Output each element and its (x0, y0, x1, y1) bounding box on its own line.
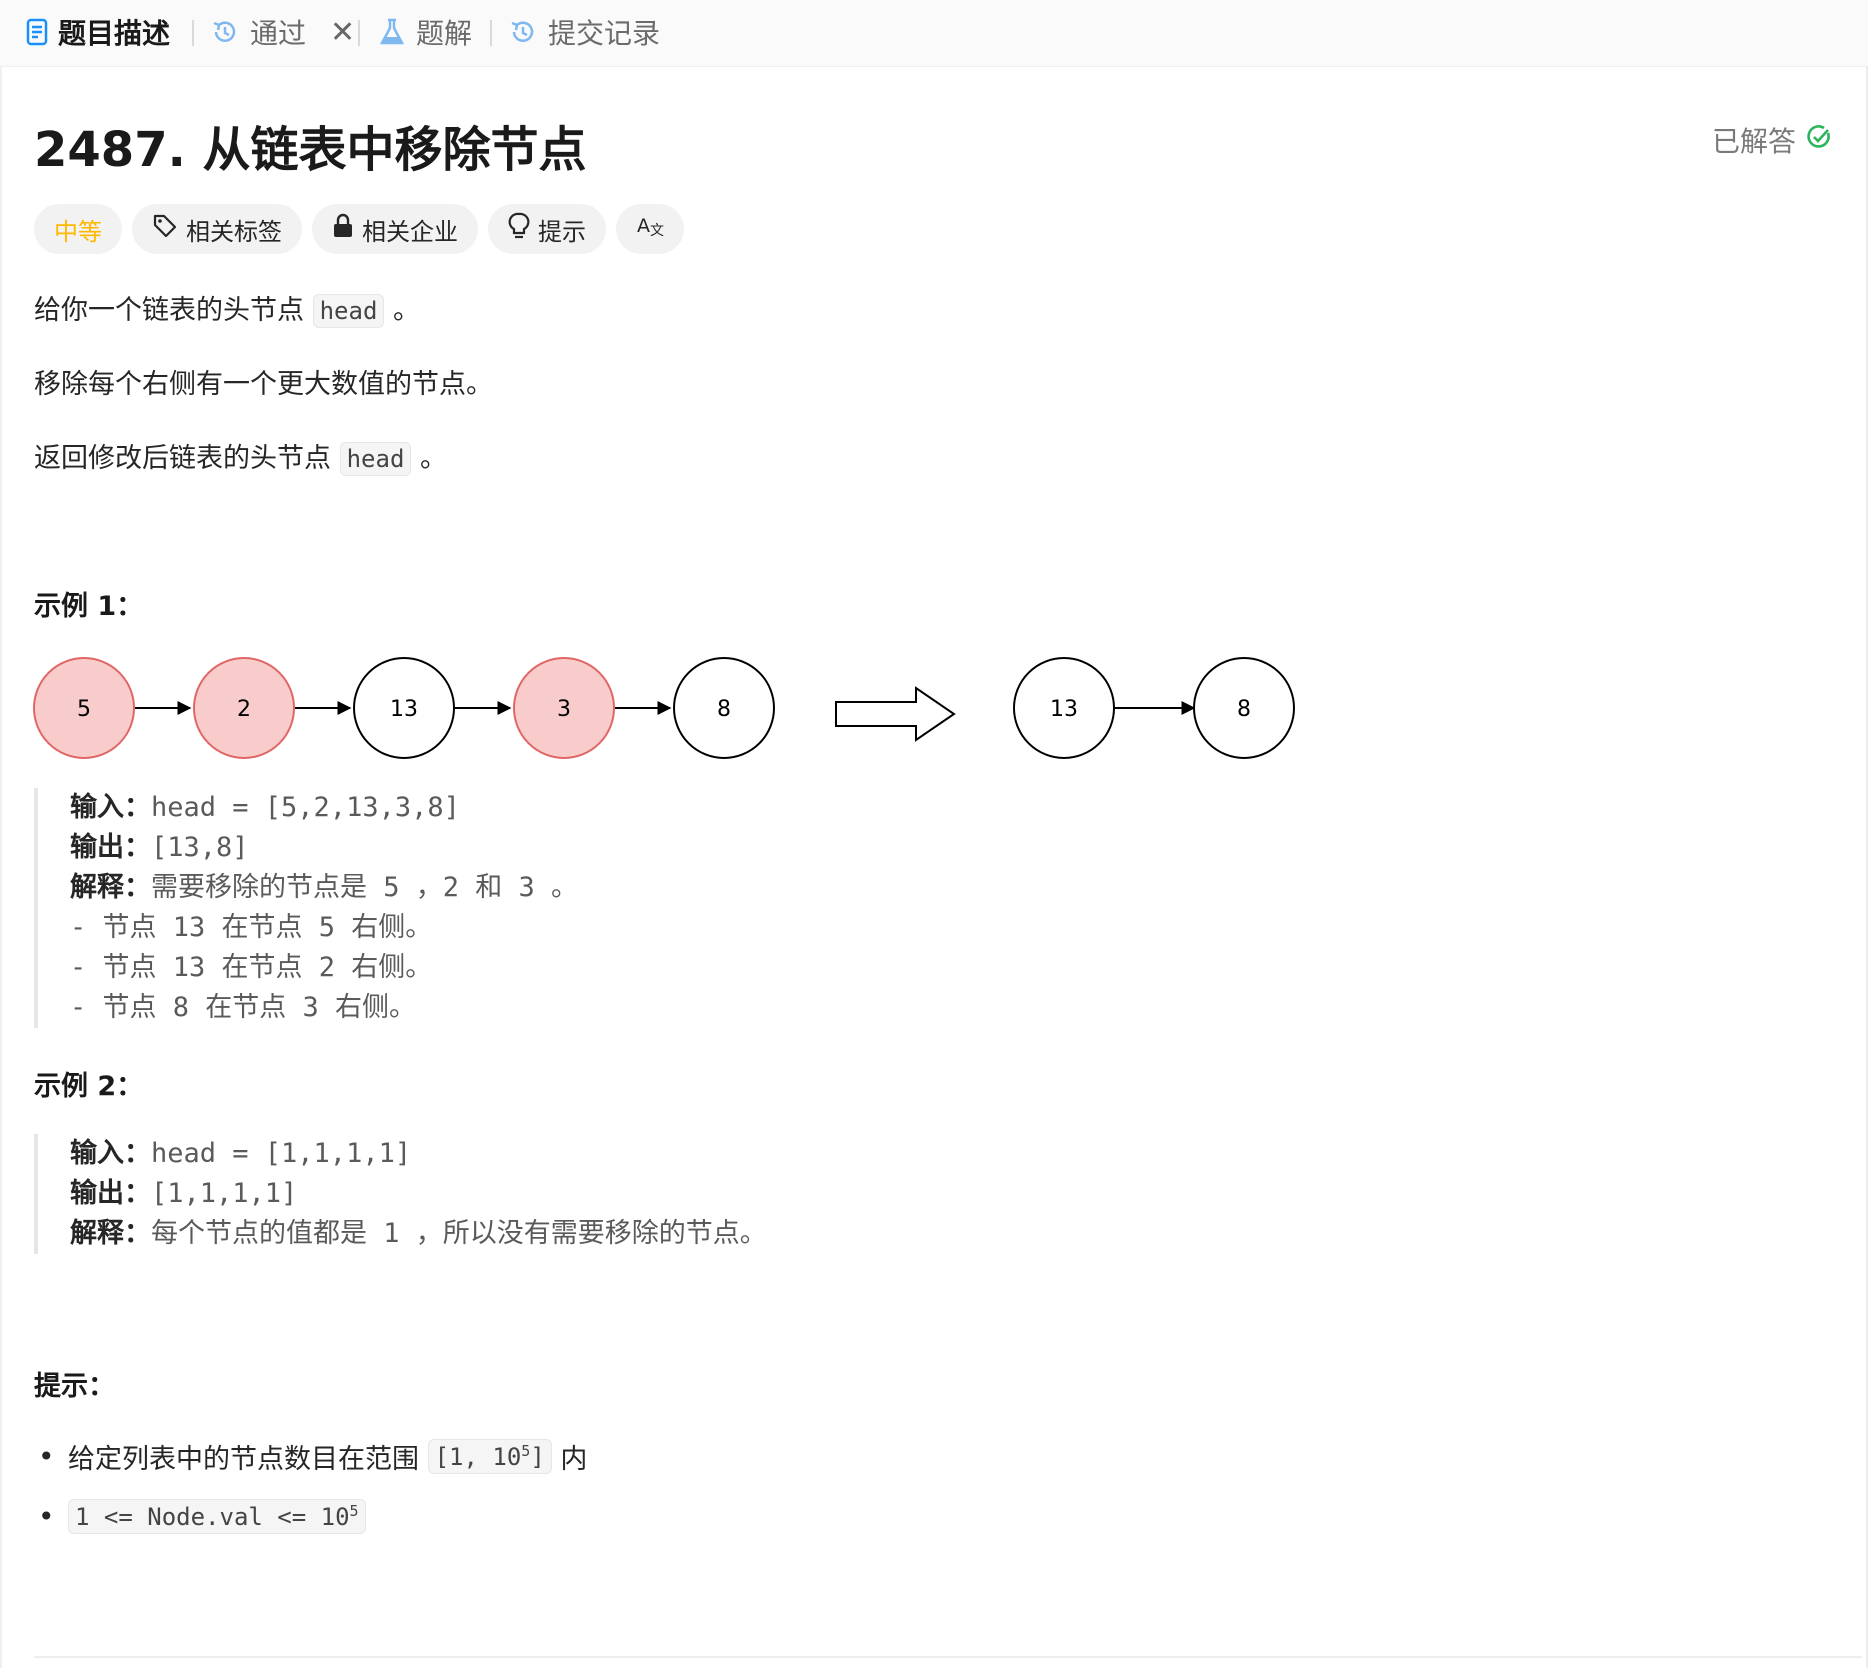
tag-row: 中等 相关标签 相关企业 提示 A文 (34, 204, 684, 254)
example-text: 每个节点的值都是 1 ，所以没有需要移除的节点。 (151, 1218, 767, 1249)
tab-label: 通过 (250, 17, 307, 50)
constraints-title: 提示： (34, 1371, 115, 1402)
constraints-list: 给定列表中的节点数目在范围 [1, 105] 内 1 <= Node.val <… (34, 1426, 587, 1546)
solved-label: 已解答 (1711, 125, 1796, 158)
tab-label: 提交记录 (548, 17, 661, 50)
example-2-title: 示例 2： (34, 1071, 144, 1102)
node-value: 13 (390, 697, 418, 722)
example-label: 输入： (70, 1138, 151, 1169)
example-1-title: 示例 1： (34, 591, 144, 622)
tag-label: 相关企业 (362, 217, 458, 246)
tag-label: 相关标签 (186, 217, 282, 246)
example-line: 输入：head = [5,2,13,3,8] (70, 788, 578, 828)
close-icon[interactable]: ✕ (330, 15, 355, 50)
example-text: 需要移除的节点是 5 ，2 和 3 。 (151, 872, 579, 903)
tab-submissions[interactable]: 提交记录 (508, 10, 660, 54)
example-label: 输入： (70, 792, 151, 823)
text: 给你一个链表的头节点 (34, 295, 304, 326)
text: 给定列表中的节点数目在范围 (68, 1443, 419, 1475)
node-value: 13 (1050, 697, 1078, 722)
example-line: 解释：每个节点的值都是 1 ，所以没有需要移除的节点。 (70, 1214, 767, 1254)
example-2-block: 输入：head = [1,1,1,1] 输出：[1,1,1,1] 解释：每个节点… (34, 1134, 767, 1254)
divider (34, 1656, 1862, 1658)
text: 。 (419, 443, 447, 474)
lightbulb-icon (508, 212, 530, 246)
tab-bar: 题目描述 通过 ✕ 题解 提交记录 (0, 0, 1868, 67)
superscript: 5 (521, 1441, 531, 1460)
tab-divider (490, 20, 492, 46)
tab-label: 题目描述 (58, 17, 171, 50)
example-line: 输出：[1,1,1,1] (70, 1174, 767, 1214)
example-label: 解释： (70, 872, 151, 903)
check-circle-icon (1806, 124, 1832, 157)
inline-code: head (339, 442, 412, 476)
code-text: [1, 10 (434, 1442, 522, 1471)
node-value: 8 (1237, 697, 1251, 722)
example-label: 输出： (70, 1178, 151, 1209)
tab-divider (192, 20, 194, 46)
tag-label: 提示 (538, 217, 586, 246)
text: 。 (392, 295, 420, 326)
example-line: - 节点 8 在节点 3 右侧。 (70, 992, 417, 1023)
translate-icon: A文 (636, 213, 664, 245)
example-text: [1,1,1,1] (151, 1178, 298, 1209)
code-text: 1 <= Node.val <= 10 (75, 1502, 350, 1531)
tab-accepted[interactable]: 通过 ✕ (210, 10, 355, 54)
problem-title: 2487. 从链表中移除节点 (34, 122, 587, 178)
tab-solutions[interactable]: 题解 (378, 10, 472, 54)
node-value: 3 (557, 697, 571, 722)
difficulty-badge: 中等 (34, 204, 122, 254)
lock-icon (332, 213, 354, 245)
example-label: 解释： (70, 1218, 151, 1249)
related-tags-button[interactable]: 相关标签 (132, 204, 302, 254)
tag-icon (152, 213, 178, 245)
description-line-1: 给你一个链表的头节点 head 。 (34, 288, 420, 328)
related-companies-button[interactable]: 相关企业 (312, 204, 478, 254)
tab-label: 题解 (416, 17, 473, 50)
example-1-block: 输入：head = [5,2,13,3,8] 输出：[13,8] 解释：需要移除… (34, 788, 578, 1028)
example-line: 输出：[13,8] (70, 828, 578, 868)
transform-arrow-icon (835, 686, 956, 742)
node-value: 5 (77, 697, 91, 722)
node-value: 8 (717, 697, 731, 722)
example-line: - 节点 13 在节点 2 右侧。 (70, 952, 433, 983)
example-text: [13,8] (151, 832, 249, 863)
solved-status: 已解答 (1712, 120, 1832, 160)
description-line-2: 移除每个右侧有一个更大数值的节点。 (34, 369, 493, 400)
document-icon (26, 18, 48, 46)
code-text: ] (530, 1442, 545, 1471)
example-label: 输出： (70, 832, 151, 863)
example-line: 输入：head = [1,1,1,1] (70, 1134, 767, 1174)
superscript: 5 (349, 1501, 359, 1520)
list-item: 给定列表中的节点数目在范围 [1, 105] 内 (34, 1426, 587, 1486)
linked-list-diagram: 5 2 13 3 8 13 8 (33, 657, 1295, 759)
example-text: head = [5,2,13,3,8] (151, 792, 460, 823)
node-value: 2 (237, 697, 251, 722)
text: 内 (560, 1443, 588, 1475)
tab-description[interactable]: 题目描述 (26, 10, 170, 54)
tab-divider (358, 20, 360, 46)
svg-text:A: A (637, 215, 650, 237)
list-item: 1 <= Node.val <= 105 (34, 1486, 587, 1546)
example-line: - 节点 13 在节点 5 右侧。 (70, 912, 433, 943)
inline-code: [1, 105] (427, 1438, 552, 1474)
problem-panel: 2487. 从链表中移除节点 已解答 中等 相关标签 相关企业 提示 A 文 给… (0, 66, 1868, 1668)
hint-button[interactable]: 提示 (488, 204, 606, 254)
flask-icon (378, 17, 406, 47)
description-line-3: 返回修改后链表的头节点 head 。 (34, 436, 447, 476)
history-icon (508, 17, 538, 47)
text: 返回修改后链表的头节点 (34, 443, 331, 474)
inline-code: head (312, 294, 385, 328)
svg-text:文: 文 (650, 223, 664, 239)
history-icon (210, 17, 240, 47)
translate-button[interactable]: A文 (616, 204, 684, 254)
example-text: head = [1,1,1,1] (151, 1138, 412, 1169)
example-line: 解释：需要移除的节点是 5 ，2 和 3 。 (70, 868, 578, 908)
inline-code: 1 <= Node.val <= 105 (68, 1498, 366, 1534)
